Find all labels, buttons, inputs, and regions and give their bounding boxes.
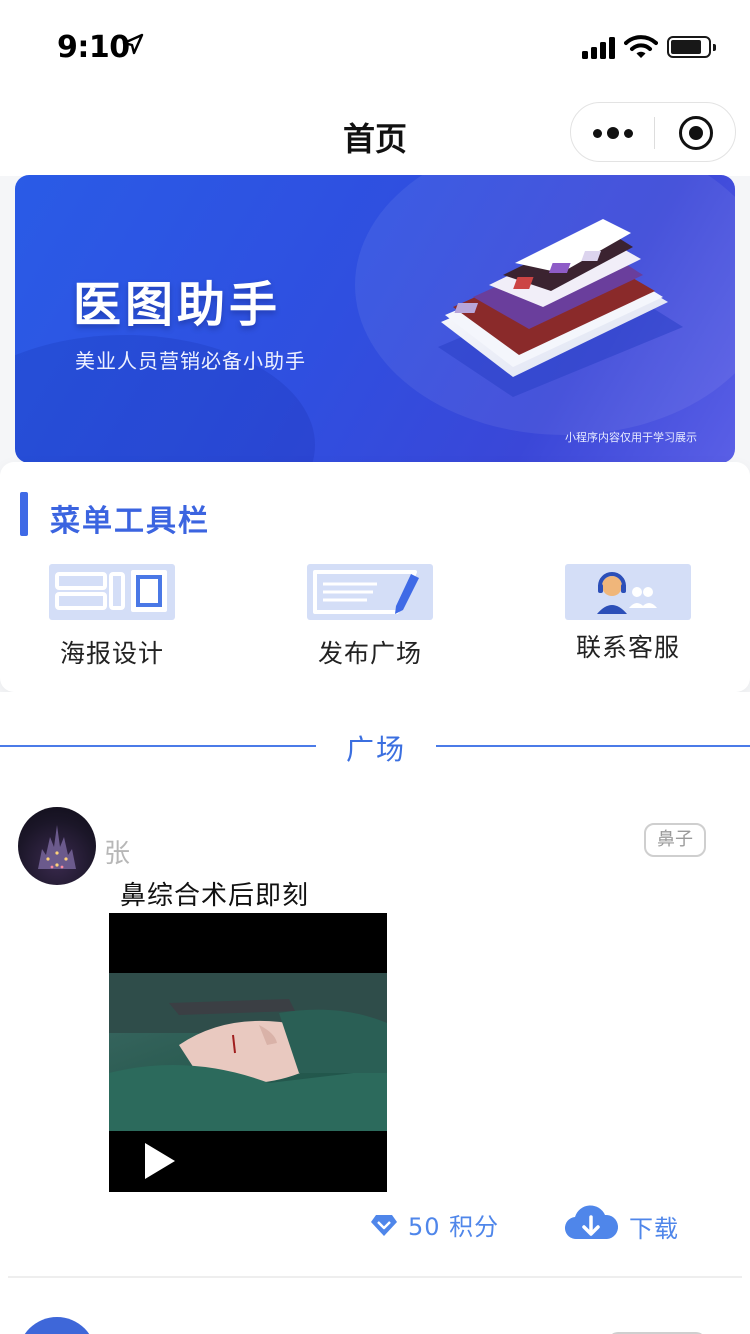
- status-time: 9:10: [57, 30, 130, 65]
- more-dots-icon: [607, 127, 619, 139]
- banner-subtitle: 美业人员营销必备小助手: [75, 349, 306, 373]
- close-miniprogram-button[interactable]: [679, 116, 713, 150]
- capsule-divider: [654, 117, 655, 149]
- cloud-download-icon: [564, 1204, 619, 1239]
- post-video[interactable]: [109, 913, 387, 1192]
- more-menu-button[interactable]: [571, 103, 655, 163]
- poster-layout-icon: [49, 564, 175, 620]
- avatar[interactable]: [18, 1317, 96, 1334]
- download-button[interactable]: 下载: [563, 1201, 679, 1244]
- post-tag[interactable]: 鼻子: [644, 823, 706, 857]
- banner-disclaimer: 小程序内容仅用于学习展示: [565, 431, 697, 444]
- video-thumbnail: [109, 973, 387, 1131]
- section-divider-right: [436, 745, 750, 747]
- battery-icon: [667, 36, 716, 58]
- menu-title-accent: [20, 492, 28, 536]
- wifi-icon: [624, 35, 658, 58]
- cellular-signal-icon: [582, 37, 615, 59]
- post-author[interactable]: 张: [104, 833, 130, 870]
- section-title: 广场: [345, 733, 406, 766]
- post-text: 鼻综合术后即刻: [120, 881, 310, 911]
- location-arrow-icon: [122, 33, 144, 55]
- menu-title: 菜单工具栏: [50, 504, 210, 539]
- play-icon[interactable]: [145, 1143, 175, 1179]
- post-divider: [8, 1276, 742, 1278]
- more-dots-icon: [593, 128, 602, 138]
- section-header: 广场: [0, 692, 750, 787]
- banner-title: 医图助手: [73, 277, 282, 333]
- points-text: 50 积分: [408, 1213, 500, 1241]
- menu-item-publish-square[interactable]: 发布广场: [270, 564, 470, 670]
- edit-pencil-icon: [307, 564, 433, 620]
- post-points: 50 积分: [370, 1207, 499, 1242]
- menu-item-label: 海报设计: [59, 639, 164, 668]
- menu-item-label: 联系客服: [575, 633, 680, 662]
- menu-item-label: 发布广场: [317, 639, 422, 668]
- miniprogram-capsule: [570, 102, 736, 162]
- square-feed: 张 鼻子 鼻综合术后即刻 50 积分 下载: [0, 787, 750, 1334]
- page: 9:10 首页 医图助手 美业人员营销必备小助手 小程序内容仅用于学习展示 菜单…: [0, 0, 750, 1334]
- menu-toolbar-card: 菜单工具栏 海报设计 发布广场 联系客服: [0, 462, 750, 692]
- avatar[interactable]: [18, 807, 96, 885]
- phone-mockup-illustration: [438, 219, 683, 397]
- section-divider-left: [0, 745, 316, 747]
- more-dots-icon: [624, 128, 633, 138]
- menu-item-customer-service[interactable]: 联系客服: [528, 564, 728, 664]
- nav-bar: 首页: [0, 90, 750, 176]
- download-label: 下载: [629, 1215, 679, 1243]
- status-bar: 9:10: [0, 0, 750, 90]
- menu-item-poster-design[interactable]: 海报设计: [12, 564, 212, 670]
- promo-banner[interactable]: 医图助手 美业人员营销必备小助手 小程序内容仅用于学习展示: [15, 175, 735, 463]
- diamond-icon: [371, 1214, 397, 1236]
- customer-service-icon: [565, 564, 691, 620]
